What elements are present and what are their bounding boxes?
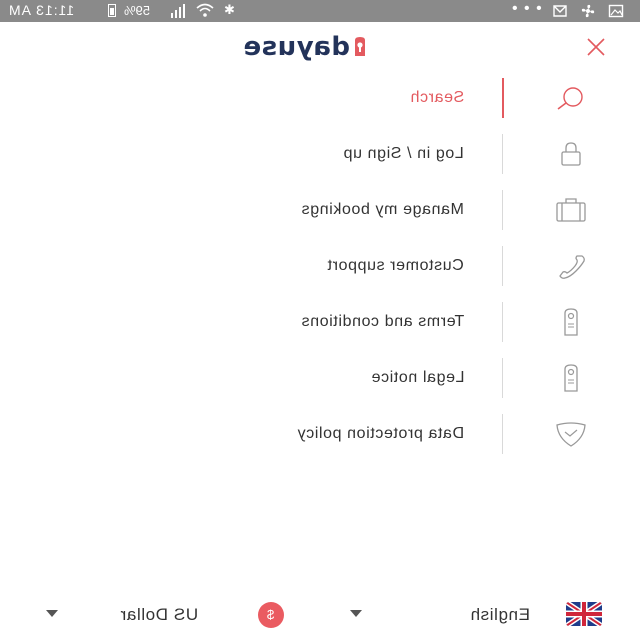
door-hanger-icon [564, 364, 578, 392]
menu-divider [502, 302, 503, 342]
phone-icon [559, 255, 585, 279]
brand-mark-icon [354, 37, 365, 56]
overflow-dots: • • • [512, 0, 543, 17]
suitcase-icon [556, 198, 586, 222]
brand-name: dayuse [243, 32, 350, 62]
fan-icon [581, 4, 595, 18]
menu-item-label: Data protection policy [296, 425, 464, 442]
menu-divider [502, 246, 503, 286]
menu-item-label: Log in / Sign up [343, 145, 464, 162]
menu-divider [502, 134, 503, 174]
shield-icon [556, 422, 586, 447]
menu-divider [502, 190, 503, 230]
uk-flag-icon [566, 602, 602, 626]
image-icon [608, 4, 624, 18]
signal-icon [171, 4, 185, 18]
menu-item-login[interactable]: Log in / Sign up [0, 126, 640, 182]
menu-item-label: Manage my bookings [301, 201, 464, 218]
status-time: 11:13 AM [8, 2, 75, 18]
menu-divider [502, 78, 504, 118]
menu-item-search[interactable]: Search [0, 70, 640, 126]
battery-icon [108, 4, 116, 17]
menu-item-label: Terms and conditions [300, 313, 464, 330]
language-value: English [470, 605, 530, 624]
footer: English $ US Dollar [0, 594, 640, 640]
chevron-down-icon [46, 610, 58, 617]
header: dayuse [0, 22, 640, 72]
wifi-icon [196, 3, 214, 17]
currency-value: US Dollar [120, 605, 199, 624]
menu-item-label: Search [409, 89, 464, 106]
battery-percent: 59% [124, 3, 151, 18]
currency-symbol-badge: $ [258, 602, 284, 628]
menu-item-bookings[interactable]: Manage my bookings [0, 182, 640, 238]
chevron-down-icon [350, 610, 362, 617]
door-hanger-icon [564, 308, 578, 336]
notification-icon [553, 5, 567, 17]
menu-item-data-protection[interactable]: Data protection policy [0, 406, 640, 462]
menu-divider [502, 414, 503, 454]
language-select[interactable]: English [350, 594, 630, 634]
menu-item-legal[interactable]: Legal notice [0, 350, 640, 406]
dayuse-logo: dayuse [243, 32, 368, 62]
menu-divider [502, 358, 503, 398]
close-icon[interactable] [584, 35, 608, 59]
bluetooth-icon: ✱ [224, 2, 235, 17]
menu-item-label: Customer support [327, 257, 464, 274]
status-bar: 11:13 AM 59% ✱ • • • [0, 0, 640, 22]
menu-item-label: Legal notice [370, 369, 465, 386]
currency-symbol: $ [267, 607, 275, 622]
currency-select[interactable]: $ US Dollar [40, 594, 310, 634]
search-icon [557, 87, 583, 110]
lock-icon [561, 142, 581, 166]
menu-item-support[interactable]: Customer support [0, 238, 640, 294]
menu-item-terms[interactable]: Terms and conditions [0, 294, 640, 350]
